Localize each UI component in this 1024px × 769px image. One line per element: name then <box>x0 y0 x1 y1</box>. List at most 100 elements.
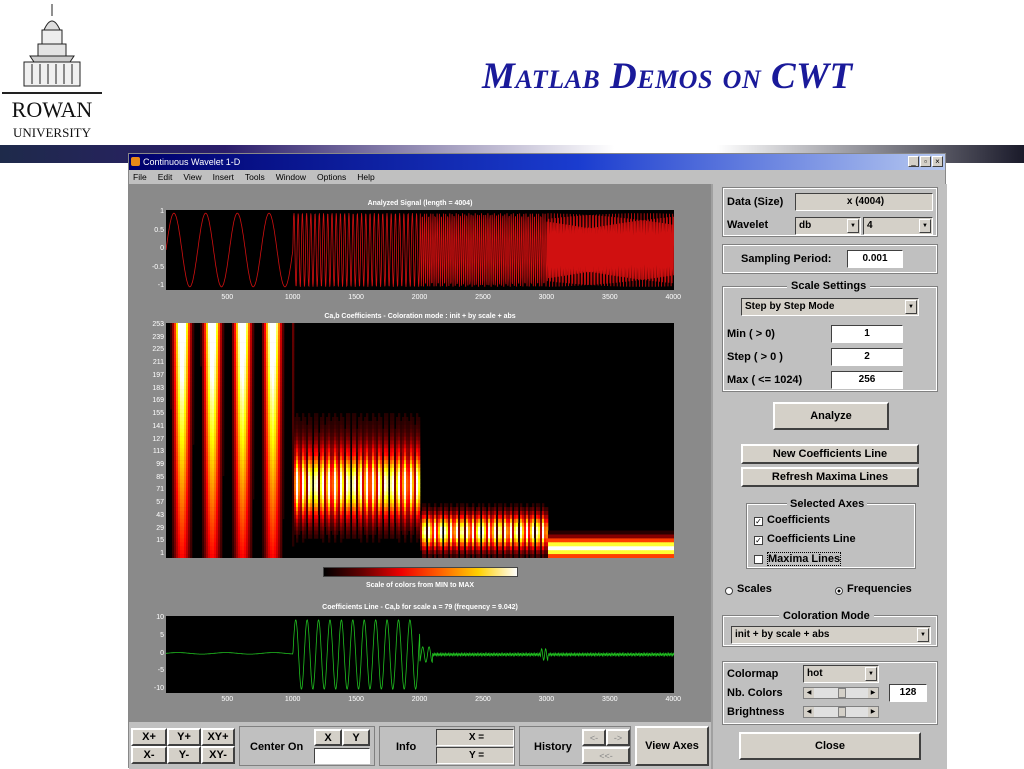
heatmap-cell <box>376 484 378 488</box>
heatmap-cell <box>240 421 242 425</box>
heatmap-cell <box>326 488 328 492</box>
heatmap-cell <box>362 515 364 519</box>
heatmap-cell <box>212 472 214 476</box>
heatmap-cell <box>316 441 318 445</box>
heatmap-cell <box>190 488 192 492</box>
heatmap-cell <box>534 531 536 535</box>
heatmap-cell <box>368 433 370 437</box>
heatmap-cell <box>488 511 490 515</box>
heatmap-cell <box>422 523 424 527</box>
heatmap-cell <box>294 448 296 452</box>
heatmap-cell <box>362 488 364 492</box>
heatmap-cell <box>184 421 186 425</box>
menu-item-view[interactable]: View <box>183 172 201 182</box>
heatmap-cell <box>328 425 330 429</box>
heatmap-cell <box>488 523 490 527</box>
heatmap-cell <box>348 441 350 445</box>
heatmap-cell <box>406 488 408 492</box>
heatmap-cell <box>180 343 182 347</box>
heatmap-cell <box>180 433 182 437</box>
close-icon[interactable]: × <box>932 156 943 167</box>
menu-item-file[interactable]: File <box>133 172 147 182</box>
menu-item-help[interactable]: Help <box>357 172 374 182</box>
heatmap-cell <box>186 499 188 503</box>
heatmap-cell <box>316 527 318 531</box>
menu-item-edit[interactable]: Edit <box>158 172 173 182</box>
heatmap-cell <box>192 417 194 421</box>
heatmap-cell <box>524 523 526 527</box>
heatmap-cell <box>240 347 242 351</box>
heatmap-cell <box>192 390 194 394</box>
heatmap-cell <box>406 448 408 452</box>
heatmap-cell <box>642 531 644 535</box>
heatmap-cell <box>190 437 192 441</box>
heatmap-cell <box>296 535 298 539</box>
heatmap-cell <box>182 413 184 417</box>
heatmap-cell <box>218 409 220 413</box>
heatmap-cell <box>208 331 210 335</box>
heatmap-cell <box>342 441 344 445</box>
heatmap-cell <box>314 495 316 499</box>
heatmap-cell <box>422 535 424 539</box>
heatmap-cell <box>328 527 330 531</box>
menu-item-options[interactable]: Options <box>317 172 346 182</box>
heatmap-cell <box>202 429 204 433</box>
heatmap-cell <box>316 499 318 503</box>
heatmap-cell <box>640 531 642 535</box>
heatmap-cell <box>246 523 248 527</box>
heatmap-cell <box>384 488 386 492</box>
heatmap-cell <box>172 538 174 542</box>
heatmap-cell <box>402 488 404 492</box>
heatmap-cell <box>296 472 298 476</box>
heatmap-cell <box>310 421 312 425</box>
coefficients-plot[interactable] <box>166 323 674 558</box>
heatmap-cell <box>392 507 394 511</box>
heatmap-cell <box>372 515 374 519</box>
heatmap-cell <box>334 484 336 488</box>
heatmap-cell <box>272 386 274 390</box>
heatmap-cell <box>174 374 176 378</box>
heatmap-cell <box>184 484 186 488</box>
heatmap-cell <box>304 425 306 429</box>
heatmap-cell <box>268 397 270 401</box>
heatmap-cell <box>200 350 202 354</box>
heatmap-cell <box>348 448 350 452</box>
signal-plot-title: Analyzed Signal (length = 4004) <box>129 200 711 207</box>
heatmap-cell <box>510 523 512 527</box>
heatmap-cell <box>180 374 182 378</box>
heatmap-cell <box>240 343 242 347</box>
heatmap-cell <box>508 527 510 531</box>
restore-icon[interactable]: ▫ <box>920 156 931 167</box>
heatmap-cell <box>278 452 280 456</box>
heatmap-cell <box>184 362 186 366</box>
heatmap-cell <box>322 495 324 499</box>
heatmap-cell <box>414 456 416 460</box>
heatmap-cell <box>396 448 398 452</box>
heatmap-cell <box>554 535 556 539</box>
heatmap-cell <box>204 429 206 433</box>
heatmap-cell <box>208 464 210 468</box>
heatmap-cell <box>240 480 242 484</box>
heatmap-cell <box>380 472 382 476</box>
menu-item-window[interactable]: Window <box>276 172 306 182</box>
heatmap-cell <box>238 519 240 523</box>
heatmap-cell <box>274 433 276 437</box>
heatmap-cell <box>412 527 414 531</box>
heatmap-cell <box>244 511 246 515</box>
heatmap-cell <box>358 464 360 468</box>
signal-plot[interactable] <box>166 210 674 290</box>
heatmap-cell <box>236 429 238 433</box>
heatmap-cell <box>420 527 422 531</box>
heatmap-cell <box>398 511 400 515</box>
heatmap-cell <box>234 484 236 488</box>
heatmap-cell <box>252 464 254 468</box>
heatmap-cell <box>370 464 372 468</box>
menu-item-tools[interactable]: Tools <box>245 172 265 182</box>
heatmap-cell <box>340 527 342 531</box>
heatmap-cell <box>176 394 178 398</box>
heatmap-cell <box>346 476 348 480</box>
menu-item-insert[interactable]: Insert <box>213 172 234 182</box>
heatmap-cell <box>314 484 316 488</box>
minimize-icon[interactable]: _ <box>908 156 919 167</box>
heatmap-cell <box>248 347 250 351</box>
